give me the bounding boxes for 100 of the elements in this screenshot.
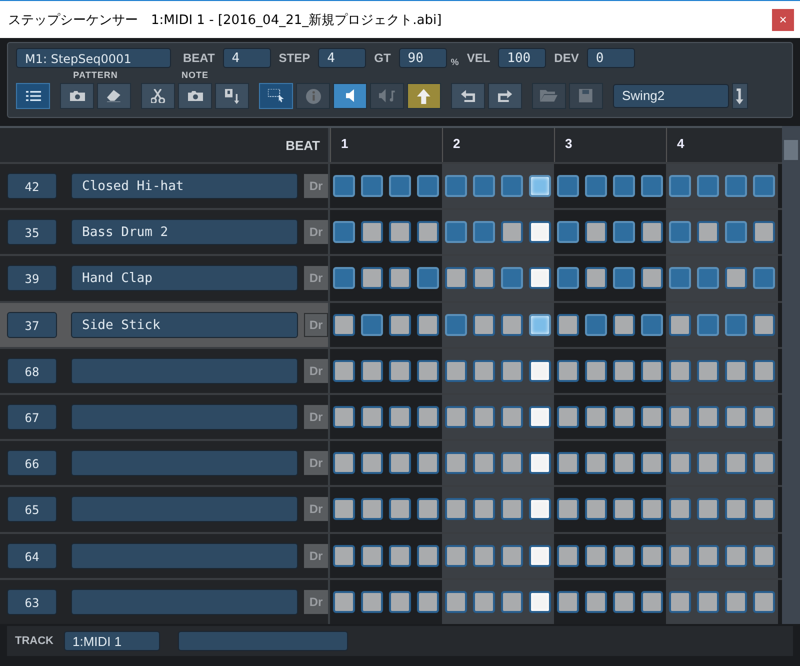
step-pad[interactable]	[613, 452, 635, 474]
step-pad[interactable]	[529, 590, 551, 613]
note-field[interactable]: 42	[7, 173, 57, 200]
step-pad[interactable]	[445, 590, 467, 613]
step-pad[interactable]	[557, 267, 579, 290]
step-pad[interactable]	[557, 590, 579, 613]
step-pad[interactable]	[725, 590, 747, 613]
step-pad[interactable]	[417, 175, 439, 198]
step-pad[interactable]	[725, 498, 747, 520]
step-pad[interactable]	[501, 314, 523, 336]
name-field[interactable]	[71, 542, 298, 569]
name-field[interactable]	[71, 358, 298, 384]
track-row[interactable]: 63 Dr	[0, 580, 330, 624]
track-row[interactable]: 64 Dr	[0, 534, 330, 578]
step-pad[interactable]	[557, 452, 579, 474]
note-field[interactable]: 68	[7, 358, 57, 384]
note-field[interactable]: 35	[7, 219, 57, 246]
note-field[interactable]: 63	[7, 588, 57, 615]
input-field[interactable]	[178, 631, 348, 651]
step-pad[interactable]	[585, 360, 607, 382]
step-pad[interactable]	[501, 360, 523, 382]
step-pad[interactable]	[669, 452, 691, 474]
step-pad[interactable]	[585, 314, 607, 336]
scroll-bar[interactable]	[782, 126, 800, 624]
name-field[interactable]	[71, 450, 298, 476]
note-field[interactable]: 66	[7, 450, 57, 476]
step-pad[interactable]	[753, 590, 775, 613]
step-pad[interactable]	[445, 267, 467, 290]
step-pad[interactable]	[557, 221, 579, 244]
step-pad[interactable]	[725, 360, 747, 382]
step-pad[interactable]	[445, 406, 467, 428]
step-pad[interactable]	[529, 175, 551, 198]
track-row[interactable]: 67 Dr	[0, 394, 330, 440]
step-pad[interactable]	[669, 314, 691, 336]
step-pad[interactable]	[445, 360, 467, 382]
note-field[interactable]: 37	[7, 312, 57, 338]
step-pad[interactable]	[333, 406, 355, 428]
step-pad[interactable]	[473, 498, 495, 520]
step-pad[interactable]	[361, 498, 383, 520]
step-pad[interactable]	[389, 267, 411, 290]
list-button[interactable]	[16, 83, 50, 109]
step-pad[interactable]	[417, 314, 439, 336]
step-pad[interactable]	[641, 590, 663, 613]
step-pad[interactable]	[333, 267, 355, 290]
name-field[interactable]	[71, 404, 298, 430]
note-field[interactable]: 39	[7, 265, 57, 292]
step-pad[interactable]	[697, 221, 719, 244]
step-pad[interactable]	[361, 221, 383, 244]
step-pad[interactable]	[473, 544, 495, 567]
step-pad[interactable]	[641, 498, 663, 520]
step-pad[interactable]	[613, 175, 635, 198]
step-pad[interactable]	[389, 314, 411, 336]
step-pad[interactable]	[669, 360, 691, 382]
step-pad[interactable]	[753, 544, 775, 567]
step-pad[interactable]	[361, 590, 383, 613]
step-pad[interactable]	[417, 452, 439, 474]
step-pad[interactable]	[669, 498, 691, 520]
track-row[interactable]: 39 Hand Clap Dr	[0, 256, 330, 301]
name-field[interactable]	[71, 588, 298, 615]
note-field[interactable]: 65	[7, 496, 57, 522]
step-pad[interactable]	[613, 406, 635, 428]
step-pad[interactable]	[473, 267, 495, 290]
step-pad[interactable]	[333, 590, 355, 613]
track-row[interactable]: 37 Side Stick Dr	[0, 302, 330, 347]
step-pad[interactable]	[333, 221, 355, 244]
step-pad[interactable]	[641, 221, 663, 244]
step-pad[interactable]	[417, 406, 439, 428]
step-pad[interactable]	[669, 590, 691, 613]
step-pad[interactable]	[753, 314, 775, 336]
step-pad[interactable]	[641, 406, 663, 428]
step-pad[interactable]	[389, 221, 411, 244]
step-pad[interactable]	[417, 498, 439, 520]
scroll-thumb[interactable]	[784, 140, 798, 160]
step-pad[interactable]	[473, 452, 495, 474]
input-field[interactable]: 4	[222, 48, 271, 68]
step-pad[interactable]	[417, 544, 439, 567]
step-pad[interactable]	[585, 590, 607, 613]
step-pad[interactable]	[641, 544, 663, 567]
step-pad[interactable]	[473, 360, 495, 382]
note-field[interactable]: 67	[7, 404, 57, 430]
step-pad[interactable]	[529, 406, 551, 428]
step-pad[interactable]	[641, 360, 663, 382]
step-pad[interactable]	[529, 360, 551, 382]
step-pad[interactable]	[585, 221, 607, 244]
step-pad[interactable]	[389, 590, 411, 613]
step-pad[interactable]	[473, 590, 495, 613]
speaker-button[interactable]	[333, 83, 367, 109]
track-row[interactable]: 42 Closed Hi-hat Dr	[0, 164, 330, 208]
paste-button[interactable]	[215, 83, 249, 109]
step-pad[interactable]	[585, 544, 607, 567]
swing-field[interactable]: Swing2	[613, 84, 729, 108]
step-pad[interactable]	[361, 452, 383, 474]
step-pad[interactable]	[585, 452, 607, 474]
step-pad[interactable]	[501, 406, 523, 428]
track-field[interactable]: 1:MIDI 1	[64, 631, 160, 651]
step-pad[interactable]	[333, 544, 355, 567]
step-pad[interactable]	[753, 406, 775, 428]
track-row[interactable]: 35 Bass Drum 2 Dr	[0, 210, 330, 254]
step-pad[interactable]	[557, 175, 579, 198]
down-arrow-button[interactable]	[732, 83, 748, 109]
